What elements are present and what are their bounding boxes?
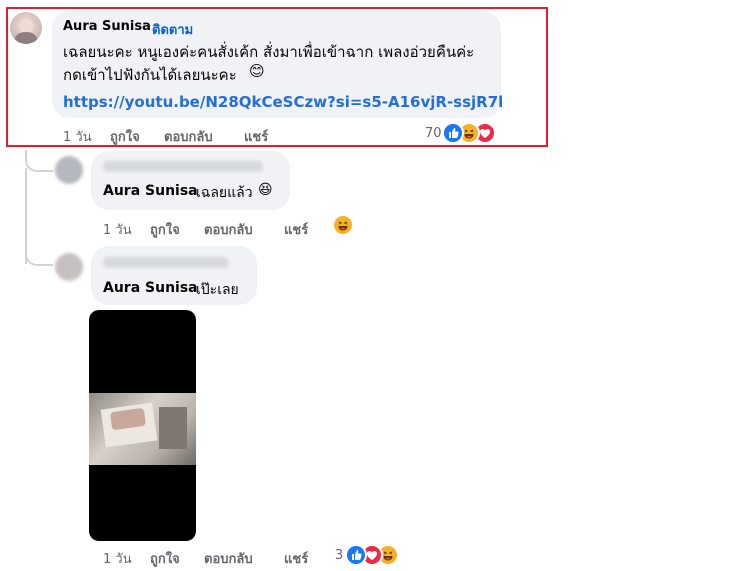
comment-time[interactable]: 1 วัน (63, 126, 92, 147)
thumbs-up-icon (345, 544, 367, 566)
mention-aura-sunisa[interactable]: Aura Sunisa (103, 280, 198, 296)
reply2-time[interactable]: 1 วัน (103, 548, 132, 569)
reply1-like-button[interactable]: ถูกใจ (150, 219, 180, 240)
follow-button[interactable]: ติดตาม (152, 19, 193, 40)
laughing-emoji-icon: 😆 (258, 182, 273, 198)
reply1-time[interactable]: 1 วัน (103, 219, 132, 240)
reply2-like-button[interactable]: ถูกใจ (150, 548, 180, 569)
reply1-text: เฉลยแล้ว (196, 185, 253, 201)
replier-name-blurred (103, 257, 229, 268)
thumbs-up-icon (442, 122, 464, 144)
reply1-reply-button[interactable]: ตอบกลับ (204, 219, 253, 240)
like-button[interactable]: ถูกใจ (110, 126, 140, 147)
reply2-reaction-count[interactable]: 3 (335, 548, 343, 563)
replier-name-blurred (103, 161, 263, 172)
comment-author[interactable]: Aura Sunisa (63, 19, 151, 34)
reply-button[interactable]: ตอบกลับ (164, 126, 213, 147)
reactions-summary[interactable] (442, 122, 502, 144)
avatar-aura-sunisa[interactable] (10, 12, 42, 44)
reply1-bubble (91, 151, 290, 210)
avatar-replier-1[interactable] (55, 156, 83, 184)
reply2-text: เป๊ะเลย (196, 282, 239, 298)
youtube-link[interactable]: https://youtu.be/N28QkCeSCzw?si=s5-A16vj… (63, 93, 503, 111)
comment-text-line2: กดเข้าไปฟังกันได้เลยนะคะ (63, 66, 237, 84)
smiling-emoji-icon: 😊 (249, 62, 265, 80)
reply2-share-button[interactable]: แชร์ (284, 548, 308, 569)
video-thumbnail[interactable] (89, 310, 196, 541)
comment-text-line1: เฉลยนะคะ หนูเองค่ะคนสั่งเค้ก สั่งมาเพื่อ… (63, 43, 475, 61)
reply2-reply-button[interactable]: ตอบกลับ (204, 548, 253, 569)
share-button[interactable]: แชร์ (244, 126, 268, 147)
reply1-share-button[interactable]: แชร์ (284, 219, 308, 240)
reaction-count[interactable]: 70 (425, 126, 442, 141)
reply2-reactions-summary[interactable] (345, 544, 405, 566)
mention-aura-sunisa[interactable]: Aura Sunisa (103, 183, 198, 199)
thread-connector (25, 244, 53, 266)
thread-connector (25, 150, 53, 172)
laughing-face-icon[interactable] (332, 214, 354, 236)
name-separator: · (143, 19, 148, 34)
avatar-replier-2[interactable] (55, 253, 83, 281)
